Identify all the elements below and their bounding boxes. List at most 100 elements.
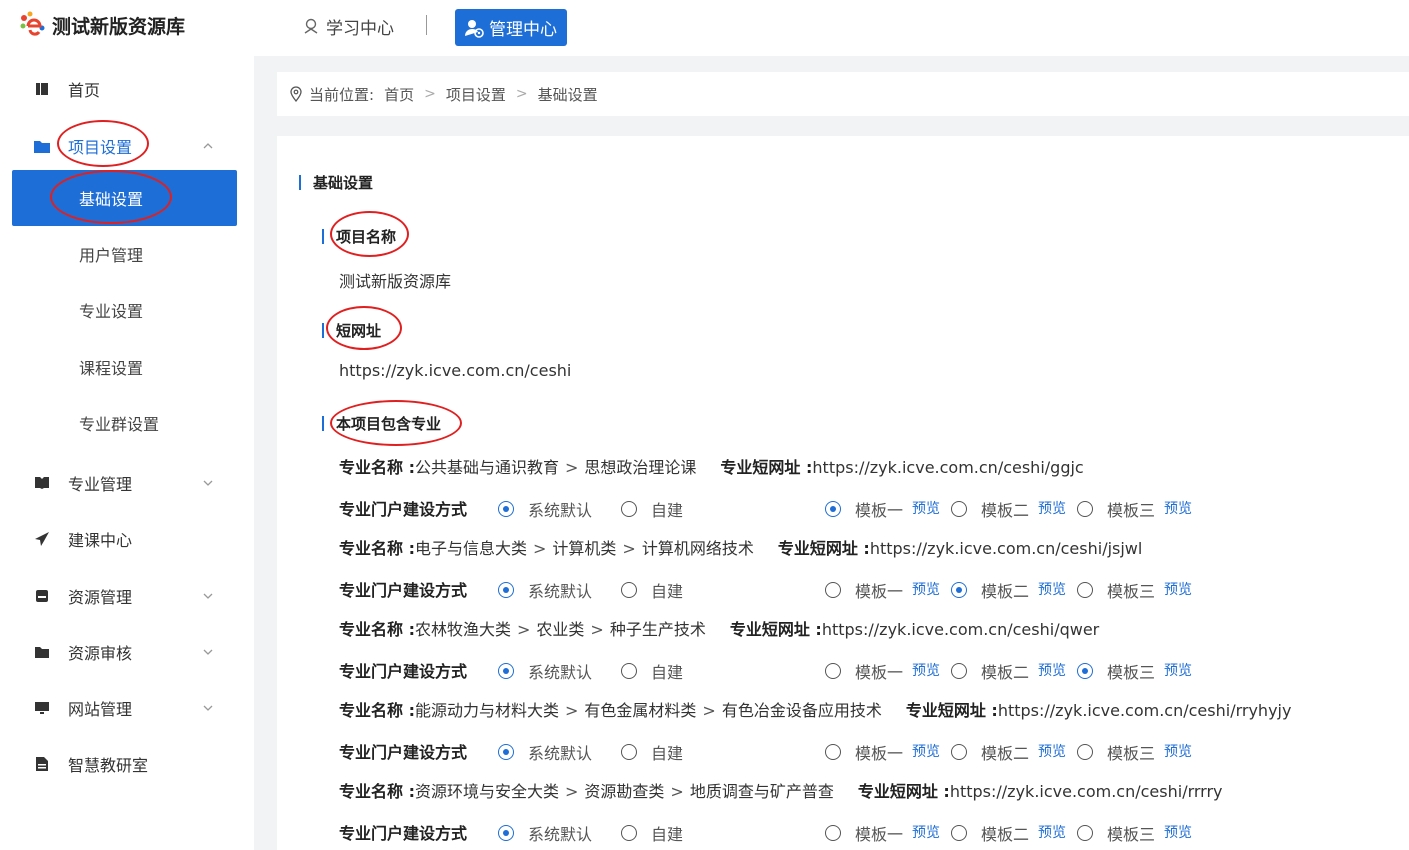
radio-template-2-label: 模板二 xyxy=(981,663,1030,682)
preview-link[interactable]: 预览 xyxy=(912,822,940,842)
preview-link[interactable]: 预览 xyxy=(1038,741,1066,761)
radio-template-3[interactable]: 模板三 xyxy=(1077,497,1155,521)
radio-template-2[interactable]: 模板二 xyxy=(951,821,1029,845)
radio-template-1[interactable]: 模板一 xyxy=(825,821,903,845)
preview-link[interactable]: 预览 xyxy=(1038,822,1066,842)
sidebar-item-home[interactable]: 首页 xyxy=(0,69,254,109)
path-separator-icon: > xyxy=(533,539,547,558)
preview-link[interactable]: 预览 xyxy=(1164,660,1192,680)
radio-template-1[interactable]: 模板一 xyxy=(825,740,903,764)
preview-link[interactable]: 预览 xyxy=(1164,579,1192,599)
radio-template-2-label: 模板二 xyxy=(981,825,1030,844)
radio-template-2[interactable]: 模板二 xyxy=(951,578,1029,602)
preview-link[interactable]: 预览 xyxy=(912,741,940,761)
preview-link[interactable]: 预览 xyxy=(1038,660,1066,680)
sidebar-subitem-user-management[interactable]: 用户管理 xyxy=(12,226,237,282)
sidebar-subitem-major-group-settings[interactable]: 专业群设置 xyxy=(12,395,237,451)
radio-system-default[interactable]: 系统默认 xyxy=(498,578,592,602)
radio-unchecked-icon[interactable] xyxy=(825,744,841,760)
sidebar-item-project-settings[interactable]: 项目设置 xyxy=(0,126,254,166)
preview-link[interactable]: 预览 xyxy=(912,498,940,518)
radio-template-3[interactable]: 模板三 xyxy=(1077,578,1155,602)
radio-checked-icon[interactable] xyxy=(498,744,514,760)
sidebar-item-smart-teaching-room[interactable]: 智慧教研室 xyxy=(0,744,254,784)
radio-template-2[interactable]: 模板二 xyxy=(951,740,1029,764)
radio-checked-icon[interactable] xyxy=(825,501,841,517)
radio-unchecked-icon[interactable] xyxy=(951,663,967,679)
sidebar-item-resource-management[interactable]: 资源管理 xyxy=(0,576,254,616)
radio-system-default[interactable]: 系统默认 xyxy=(498,497,592,521)
radio-unchecked-icon[interactable] xyxy=(951,744,967,760)
app-logo[interactable]: 测试新版资源库 xyxy=(18,10,185,40)
nav-admin-center[interactable]: 管理中心 xyxy=(455,9,567,46)
major-url-key: 专业短网址 : xyxy=(905,701,998,720)
sidebar-item-resource-review[interactable]: 资源审核 xyxy=(0,632,254,672)
radio-template-1[interactable]: 模板一 xyxy=(825,578,903,602)
radio-checked-icon[interactable] xyxy=(498,582,514,598)
radio-template-2[interactable]: 模板二 xyxy=(951,659,1029,683)
radio-custom-build[interactable]: 自建 xyxy=(621,578,683,602)
radio-unchecked-icon[interactable] xyxy=(825,663,841,679)
radio-system-default[interactable]: 系统默认 xyxy=(498,659,592,683)
radio-custom-build-label: 自建 xyxy=(651,663,684,682)
radio-custom-build[interactable]: 自建 xyxy=(621,659,683,683)
radio-unchecked-icon[interactable] xyxy=(1077,825,1093,841)
preview-link[interactable]: 预览 xyxy=(1164,741,1192,761)
radio-checked-icon[interactable] xyxy=(498,501,514,517)
folder-icon xyxy=(34,138,50,154)
major-name-key: 专业名称 : xyxy=(339,620,415,639)
radio-custom-build[interactable]: 自建 xyxy=(621,740,683,764)
breadcrumb-project-settings[interactable]: 项目设置 xyxy=(446,84,506,105)
radio-unchecked-icon[interactable] xyxy=(825,825,841,841)
radio-system-default[interactable]: 系统默认 xyxy=(498,740,592,764)
radio-unchecked-icon[interactable] xyxy=(621,744,637,760)
radio-template-1[interactable]: 模板一 xyxy=(825,659,903,683)
radio-unchecked-icon[interactable] xyxy=(621,663,637,679)
radio-unchecked-icon[interactable] xyxy=(1077,744,1093,760)
radio-template-2[interactable]: 模板二 xyxy=(951,497,1029,521)
preview-link[interactable]: 预览 xyxy=(1164,822,1192,842)
radio-unchecked-icon[interactable] xyxy=(621,825,637,841)
radio-unchecked-icon[interactable] xyxy=(1077,501,1093,517)
preview-link[interactable]: 预览 xyxy=(912,579,940,599)
radio-template-3[interactable]: 模板三 xyxy=(1077,659,1155,683)
title-accent-bar xyxy=(299,175,301,190)
radio-template-3[interactable]: 模板三 xyxy=(1077,740,1155,764)
radio-custom-build[interactable]: 自建 xyxy=(621,821,683,845)
major-name-line: 专业名称 :能源动力与材料大类 > 有色金属材料类 > 有色冶金设备应用技术 专业短网址 … xyxy=(339,697,1291,721)
major-name-key: 专业名称 : xyxy=(339,701,415,720)
radio-custom-build[interactable]: 自建 xyxy=(621,497,683,521)
sidebar-item-course-center[interactable]: 建课中心 xyxy=(0,519,254,559)
major-path-segment: 能源动力与材料大类 xyxy=(414,701,559,720)
radio-unchecked-icon[interactable] xyxy=(951,825,967,841)
preview-link[interactable]: 预览 xyxy=(1038,579,1066,599)
preview-link[interactable]: 预览 xyxy=(1038,498,1066,518)
breadcrumb-home[interactable]: 首页 xyxy=(384,84,414,105)
title-accent-bar xyxy=(322,229,324,244)
sidebar: 首页 项目设置 基础设置 用户管理 专业设置 课程设置 专业群设置 专业管理 建… xyxy=(0,56,254,850)
path-separator-icon: > xyxy=(517,620,531,639)
preview-link[interactable]: 预览 xyxy=(912,660,940,680)
sidebar-subitem-course-settings[interactable]: 课程设置 xyxy=(12,339,237,395)
radio-unchecked-icon[interactable] xyxy=(621,582,637,598)
radio-unchecked-icon[interactable] xyxy=(951,501,967,517)
radio-checked-icon[interactable] xyxy=(951,582,967,598)
radio-checked-icon[interactable] xyxy=(498,663,514,679)
sidebar-item-site-management[interactable]: 网站管理 xyxy=(0,688,254,728)
radio-template-1[interactable]: 模板一 xyxy=(825,497,903,521)
admin-user-icon xyxy=(465,19,484,38)
radio-unchecked-icon[interactable] xyxy=(1077,582,1093,598)
radio-unchecked-icon[interactable] xyxy=(621,501,637,517)
sidebar-subitem-basic-settings[interactable]: 基础设置 xyxy=(12,170,237,226)
radio-unchecked-icon[interactable] xyxy=(825,582,841,598)
sidebar-item-major-management[interactable]: 专业管理 xyxy=(0,463,254,503)
radio-template-3[interactable]: 模板三 xyxy=(1077,821,1155,845)
radio-template-3-label: 模板三 xyxy=(1107,501,1156,520)
radio-checked-icon[interactable] xyxy=(1077,663,1093,679)
radio-checked-icon[interactable] xyxy=(498,825,514,841)
preview-link[interactable]: 预览 xyxy=(1164,498,1192,518)
nav-learning-center[interactable]: 学习中心 xyxy=(302,12,394,40)
major-url-value: https://zyk.icve.com.cn/ceshi/rrrry xyxy=(949,782,1223,801)
sidebar-subitem-major-settings[interactable]: 专业设置 xyxy=(12,282,237,338)
radio-system-default[interactable]: 系统默认 xyxy=(498,821,592,845)
